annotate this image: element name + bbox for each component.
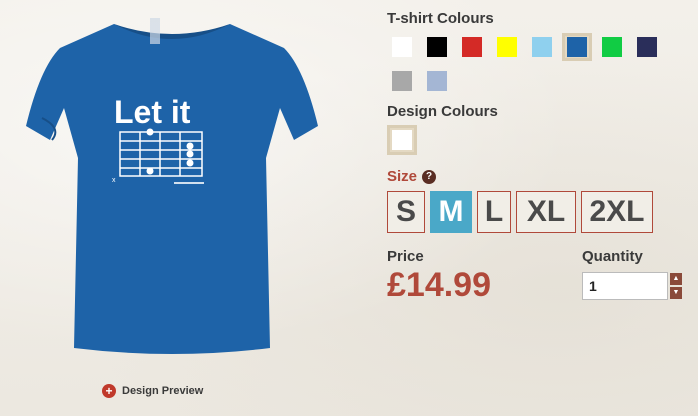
size-option-2xl[interactable]: 2XL [581, 191, 653, 233]
size-option-s[interactable]: S [387, 191, 425, 233]
swatch-color [392, 71, 412, 91]
size-label-row: Size ? [387, 168, 437, 185]
tshirt-swatch-black[interactable] [422, 33, 452, 61]
product-options: T-shirt Colours Design Colours Size ? SM… [387, 0, 698, 416]
plus-icon: + [102, 384, 116, 398]
swatch-color [392, 37, 412, 57]
swatch-color [462, 37, 482, 57]
swatch-color [602, 37, 622, 57]
tshirt-swatch-green[interactable] [597, 33, 627, 61]
design-preview-label: Design Preview [122, 385, 204, 397]
swatch-color [567, 37, 587, 57]
price-value: £14.99 [387, 266, 491, 304]
tshirt-swatch-powder-blue[interactable] [422, 67, 452, 95]
design-preview-link[interactable]: + Design Preview [102, 384, 203, 398]
tshirt-swatch-grey[interactable] [387, 67, 417, 95]
design-colour-white [392, 130, 412, 150]
size-option-l[interactable]: L [477, 191, 511, 233]
tshirt-swatch-light-blue[interactable] [527, 33, 557, 61]
tshirt-swatch-white[interactable] [387, 33, 417, 61]
quantity-down-icon[interactable]: ▼ [670, 287, 682, 299]
size-label: Size [387, 168, 418, 185]
tshirt-swatch-navy[interactable] [632, 33, 662, 61]
tshirt-colours-title: T-shirt Colours [387, 10, 494, 27]
swatch-color [637, 37, 657, 57]
quantity-label: Quantity [582, 248, 643, 265]
tshirt-colour-swatches [387, 33, 677, 101]
quantity-arrows: ▲ ▼ [670, 272, 682, 300]
quantity-up-icon[interactable]: ▲ [670, 273, 682, 285]
swatch-color [497, 37, 517, 57]
size-options: S M L XL 2XL [387, 191, 653, 233]
swatch-color [427, 37, 447, 57]
design-colours-title: Design Colours [387, 103, 498, 120]
size-option-m[interactable]: M [430, 191, 472, 233]
product-image-area: Let it x + Design Preview [0, 0, 330, 416]
quantity-stepper: ▲ ▼ [582, 272, 682, 300]
svg-text:x: x [112, 177, 116, 184]
design-colour-swatch[interactable] [387, 125, 417, 155]
size-option-xl[interactable]: XL [516, 191, 576, 233]
swatch-color [532, 37, 552, 57]
tshirt-image: Let it x [26, 18, 318, 354]
print-text: Let it [114, 94, 191, 130]
tshirt-swatch-yellow[interactable] [492, 33, 522, 61]
help-icon[interactable]: ? [422, 169, 437, 184]
quantity-input[interactable] [582, 272, 668, 300]
price-label: Price [387, 248, 424, 265]
swatch-color [427, 71, 447, 91]
tshirt-swatch-royal-blue[interactable] [562, 33, 592, 61]
tshirt-swatch-red[interactable] [457, 33, 487, 61]
